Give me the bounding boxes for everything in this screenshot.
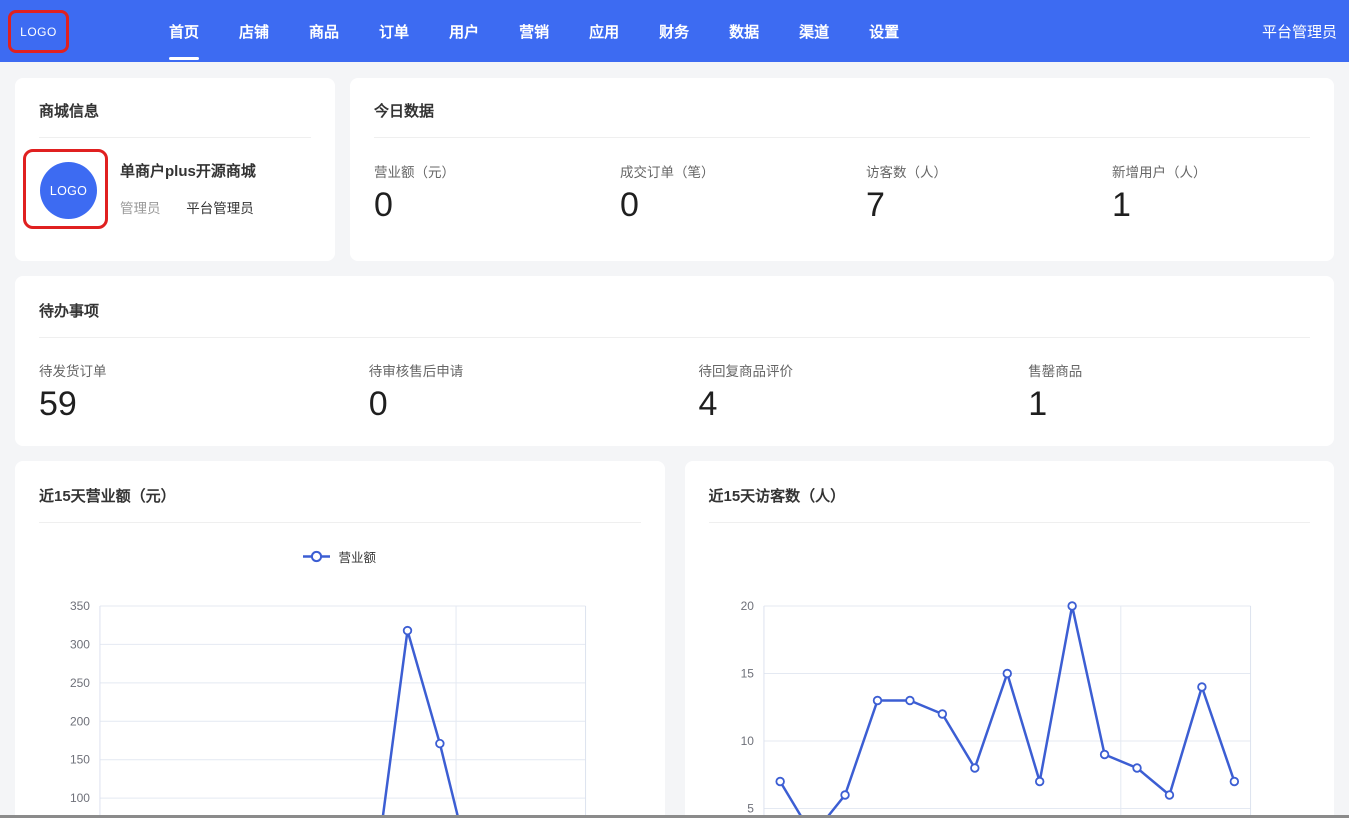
shop-logo-avatar[interactable]: LOGO [40,162,97,219]
stat-value: 0 [369,385,675,423]
nav-item-settings[interactable]: 设置 [869,21,899,42]
stat-revenue: 营业额（元） 0 [350,161,596,224]
today-data-title: 今日数据 [350,78,1334,119]
stat-value: 1 [1028,385,1334,423]
shop-info-title: 商城信息 [15,78,335,119]
stat-label: 待审核售后申请 [369,360,675,380]
nav-item-apps[interactable]: 应用 [589,21,619,42]
todo-title: 待办事项 [15,276,1334,319]
nav-item-users[interactable]: 用户 [449,21,479,42]
nav-item-goods[interactable]: 商品 [309,21,339,42]
stat-label: 待回复商品评价 [699,360,1005,380]
svg-text:100: 100 [70,791,90,805]
todo-card: 待办事项 待发货订单 59 待审核售后申请 0 待回复商品评价 4 售罄商品 1 [15,276,1334,446]
user-role-button[interactable]: 平台管理员 [1262,21,1337,42]
todo-soldout-goods: 售罄商品 1 [1004,360,1334,423]
admin-label: 管理员 [120,201,161,216]
svg-text:15: 15 [740,666,754,680]
nav-item-home[interactable]: 首页 [169,21,199,42]
stat-label: 成交订单（笔） [620,161,842,181]
stat-visitors: 访客数（人） 7 [842,161,1088,224]
divider [374,137,1310,138]
revenue-chart-card: 近15天营业额（元） 营业额 050100150200250300350 [15,461,665,818]
shop-info-card: 商城信息 LOGO 单商户plus开源商城 管理员 平台管理员 [15,78,335,261]
svg-text:350: 350 [70,599,90,613]
dashboard-page: 商城信息 LOGO 单商户plus开源商城 管理员 平台管理员 今日数据 营业额… [0,62,1349,818]
shop-admin-row: 管理员 平台管理员 [120,197,254,217]
svg-text:250: 250 [70,676,90,690]
visitors-line-chart: 05101520 [685,461,1335,818]
svg-text:200: 200 [70,714,90,728]
stat-label: 营业额（元） [374,161,596,181]
stat-new-users: 新增用户（人） 1 [1088,161,1334,224]
stat-label: 售罄商品 [1028,360,1334,380]
shop-name: 单商户plus开源商城 [120,160,256,181]
nav-item-channels[interactable]: 渠道 [799,21,829,42]
svg-text:10: 10 [740,734,754,748]
divider [39,337,1310,338]
svg-text:300: 300 [70,637,90,651]
todo-pending-shipments: 待发货订单 59 [15,360,345,423]
stat-value: 59 [39,385,345,423]
top-navbar: LOGO 首页 店铺 商品 订单 用户 营销 应用 财务 数据 渠道 设置 平台… [0,0,1349,62]
stat-label: 新增用户（人） [1112,161,1334,181]
revenue-line-chart: 050100150200250300350 [15,461,665,818]
todo-review-replies: 待回复商品评价 4 [675,360,1005,423]
stat-value: 0 [374,186,596,224]
stat-label: 访客数（人） [866,161,1088,181]
nav-item-orders[interactable]: 订单 [379,21,409,42]
nav-item-data[interactable]: 数据 [729,21,759,42]
svg-text:5: 5 [747,801,754,815]
main-menu: 首页 店铺 商品 订单 用户 营销 应用 财务 数据 渠道 设置 [169,21,899,42]
nav-item-marketing[interactable]: 营销 [519,21,549,42]
logo-annotation-box: LOGO [8,10,69,53]
divider [39,137,311,138]
stat-label: 待发货订单 [39,360,345,380]
visitors-chart-card: 近15天访客数（人） 05101520 [685,461,1335,818]
admin-value: 平台管理员 [186,201,254,216]
today-data-card: 今日数据 营业额（元） 0 成交订单（笔） 0 访客数（人） 7 新增用户（人）… [350,78,1334,261]
stat-value: 4 [699,385,1005,423]
svg-text:150: 150 [70,753,90,767]
logo[interactable]: LOGO [20,25,57,39]
stat-orders: 成交订单（笔） 0 [596,161,842,224]
nav-item-finance[interactable]: 财务 [659,21,689,42]
stat-value: 1 [1112,186,1334,224]
nav-item-shop[interactable]: 店铺 [239,21,269,42]
todo-aftersale-review: 待审核售后申请 0 [345,360,675,423]
stat-value: 7 [866,186,1088,224]
stat-value: 0 [620,186,842,224]
svg-text:20: 20 [740,599,754,613]
